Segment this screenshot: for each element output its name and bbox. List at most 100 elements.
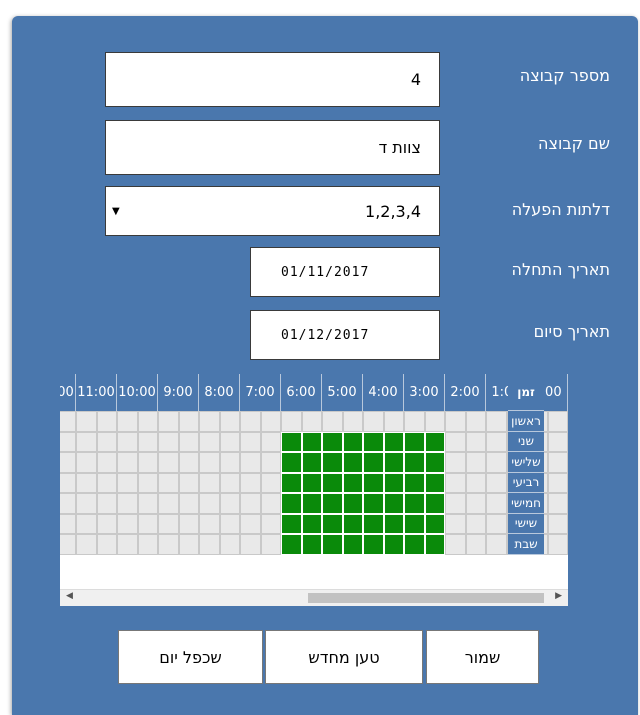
schedule-cell[interactable]: [96, 493, 117, 514]
schedule-cell[interactable]: [60, 534, 76, 555]
schedule-cell[interactable]: [199, 472, 220, 493]
schedule-cell[interactable]: [137, 431, 158, 452]
schedule-cell[interactable]: [404, 411, 425, 432]
save-button[interactable]: שמור: [426, 630, 539, 684]
schedule-cell-active[interactable]: [342, 493, 363, 514]
schedule-cell[interactable]: [486, 493, 507, 514]
schedule-cell[interactable]: [60, 513, 76, 534]
schedule-cell[interactable]: [260, 431, 281, 452]
schedule-cell[interactable]: [158, 493, 179, 514]
schedule-cell[interactable]: [547, 534, 568, 555]
schedule-cell[interactable]: [486, 431, 507, 452]
schedule-cell[interactable]: [117, 411, 138, 432]
schedule-cell-active[interactable]: [322, 493, 343, 514]
schedule-cell[interactable]: [363, 411, 384, 432]
schedule-cell[interactable]: [445, 493, 466, 514]
schedule-cell-active[interactable]: [322, 452, 343, 473]
schedule-cell[interactable]: [383, 411, 404, 432]
schedule-cell[interactable]: [240, 452, 261, 473]
schedule-cell[interactable]: [76, 411, 97, 432]
schedule-cell-active[interactable]: [301, 513, 322, 534]
group-name-input[interactable]: צוות ד: [105, 120, 440, 175]
schedule-cell[interactable]: [76, 431, 97, 452]
schedule-cell[interactable]: [219, 431, 240, 452]
schedule-cell[interactable]: [465, 411, 486, 432]
schedule-cell[interactable]: [199, 513, 220, 534]
schedule-cell[interactable]: [96, 513, 117, 534]
schedule-cell[interactable]: [199, 452, 220, 473]
schedule-cell[interactable]: [158, 452, 179, 473]
schedule-cell[interactable]: [158, 431, 179, 452]
scroll-left-icon[interactable]: ◀: [66, 591, 73, 601]
schedule-cell[interactable]: [96, 472, 117, 493]
schedule-cell[interactable]: [60, 452, 76, 473]
schedule-cell[interactable]: [158, 472, 179, 493]
schedule-cell-active[interactable]: [424, 493, 445, 514]
schedule-cell-active[interactable]: [322, 431, 343, 452]
scrollbar-thumb[interactable]: [308, 593, 544, 603]
schedule-cell-active[interactable]: [301, 452, 322, 473]
schedule-cell[interactable]: [322, 411, 343, 432]
schedule-cell[interactable]: [76, 534, 97, 555]
schedule-cell[interactable]: [137, 411, 158, 432]
schedule-cell[interactable]: [260, 472, 281, 493]
schedule-cell-active[interactable]: [383, 493, 404, 514]
schedule-cell[interactable]: [178, 472, 199, 493]
schedule-cell[interactable]: [445, 411, 466, 432]
schedule-cell-active[interactable]: [424, 513, 445, 534]
doors-select[interactable]: ▼ 1,2,3,4: [105, 186, 440, 236]
schedule-cell[interactable]: [445, 431, 466, 452]
schedule-cell-active[interactable]: [404, 431, 425, 452]
schedule-cell-active[interactable]: [383, 513, 404, 534]
schedule-cell-active[interactable]: [322, 472, 343, 493]
schedule-cell[interactable]: [465, 431, 486, 452]
schedule-cell-active[interactable]: [301, 472, 322, 493]
schedule-cell-active[interactable]: [301, 534, 322, 555]
schedule-cell[interactable]: [445, 472, 466, 493]
schedule-cell-active[interactable]: [281, 534, 302, 555]
schedule-cell-active[interactable]: [383, 452, 404, 473]
schedule-cell[interactable]: [219, 452, 240, 473]
schedule-cell[interactable]: [240, 431, 261, 452]
schedule-cell[interactable]: [486, 452, 507, 473]
schedule-cell-active[interactable]: [383, 534, 404, 555]
schedule-cell-active[interactable]: [301, 493, 322, 514]
schedule-cell[interactable]: [465, 472, 486, 493]
schedule-cell[interactable]: [60, 411, 76, 432]
schedule-cell-active[interactable]: [363, 513, 384, 534]
schedule-cell[interactable]: [76, 452, 97, 473]
schedule-cell[interactable]: [260, 513, 281, 534]
schedule-cell[interactable]: [547, 472, 568, 493]
schedule-cell[interactable]: [219, 534, 240, 555]
schedule-cell[interactable]: [117, 493, 138, 514]
schedule-cell[interactable]: [547, 452, 568, 473]
schedule-cell[interactable]: [219, 472, 240, 493]
start-date-input[interactable]: 01/11/2017: [250, 247, 440, 297]
schedule-cell[interactable]: [445, 513, 466, 534]
schedule-cell[interactable]: [178, 411, 199, 432]
schedule-cell-active[interactable]: [281, 493, 302, 514]
schedule-cell[interactable]: [465, 493, 486, 514]
schedule-cell-active[interactable]: [342, 452, 363, 473]
schedule-cell[interactable]: [240, 493, 261, 514]
schedule-cell-active[interactable]: [301, 431, 322, 452]
schedule-cell[interactable]: [301, 411, 322, 432]
schedule-cell[interactable]: [178, 452, 199, 473]
schedule-cell-active[interactable]: [363, 472, 384, 493]
schedule-cell-active[interactable]: [342, 534, 363, 555]
schedule-cell-active[interactable]: [342, 431, 363, 452]
schedule-cell[interactable]: [281, 411, 302, 432]
schedule-cell[interactable]: [117, 513, 138, 534]
schedule-cell[interactable]: [117, 534, 138, 555]
scroll-right-icon[interactable]: ▶: [555, 591, 562, 601]
schedule-cell[interactable]: [260, 534, 281, 555]
schedule-cell[interactable]: [137, 452, 158, 473]
schedule-cell[interactable]: [158, 534, 179, 555]
schedule-cell-active[interactable]: [404, 513, 425, 534]
schedule-cell-active[interactable]: [404, 493, 425, 514]
schedule-cell[interactable]: [486, 513, 507, 534]
schedule-cell[interactable]: [260, 452, 281, 473]
group-number-input[interactable]: 4: [105, 52, 440, 107]
schedule-cell-active[interactable]: [363, 431, 384, 452]
schedule-cell[interactable]: [260, 493, 281, 514]
